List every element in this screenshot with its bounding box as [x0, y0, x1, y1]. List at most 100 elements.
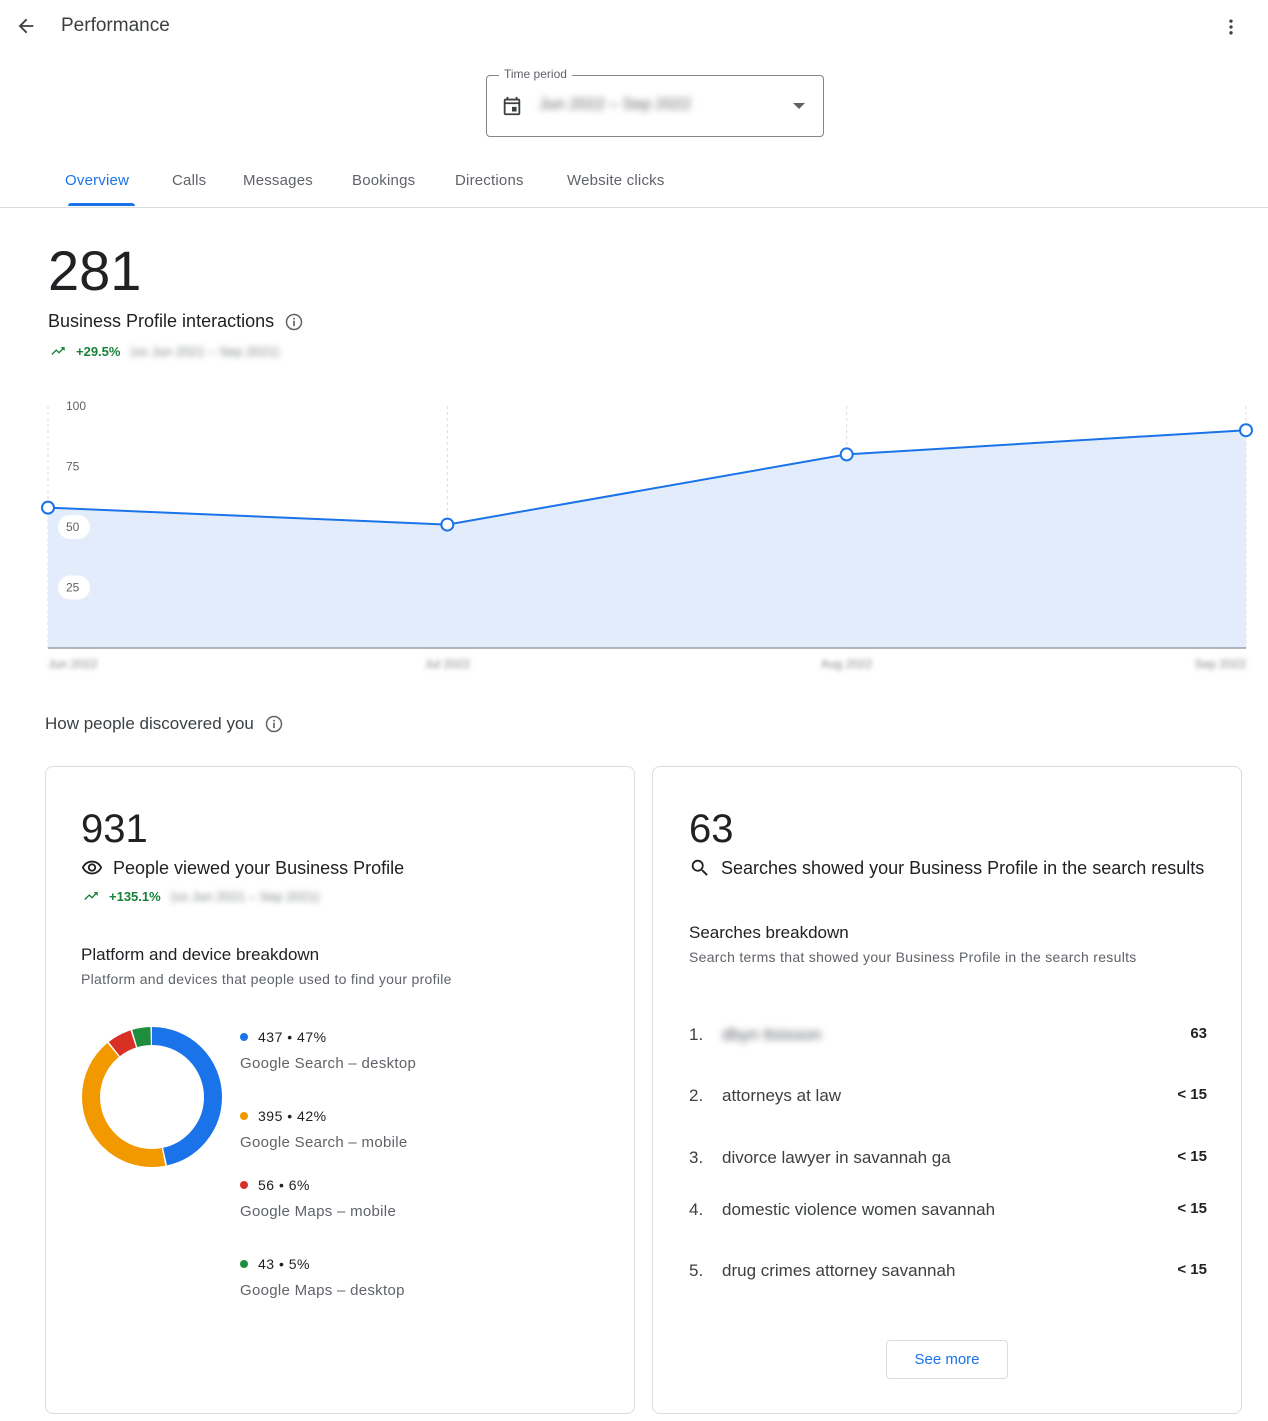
views-trend: +135.1% (vs Jun 2021 – Sep 2021) — [81, 888, 320, 904]
info-icon[interactable] — [264, 714, 284, 734]
legend-item-maps-desktop: 43 • 5% Google Maps – desktop — [240, 1256, 405, 1299]
searches-total: 63 — [689, 807, 734, 851]
time-period-label: Time period — [499, 67, 572, 81]
search-term: domestic violence women savannah — [722, 1200, 996, 1219]
calendar-icon — [503, 96, 521, 116]
chart-data-point — [440, 517, 455, 532]
search-rank: 1. — [689, 1025, 704, 1044]
search-count: < 15 — [1177, 1200, 1207, 1217]
arrow-back-icon — [18, 18, 34, 34]
searches-card: 63 Searches showed your Business Profile… — [652, 766, 1242, 1414]
chart-x-tick-label: Jul 2022 — [425, 657, 471, 671]
search-count: < 15 — [1177, 1148, 1207, 1165]
search-term: drug crimes attorney savannah — [722, 1261, 956, 1280]
interactions-comparison: (vs Jun 2021 – Sep 2021) — [130, 343, 280, 359]
chart-data-point — [41, 500, 55, 515]
legend-dot — [240, 1181, 248, 1189]
views-label: People viewed your Business Profile — [113, 857, 405, 878]
tab-bar: Overview Calls Messages Bookings Directi… — [0, 156, 1268, 208]
interactions-trend: +29.5% (vs Jun 2021 – Sep 2021) — [48, 343, 279, 359]
searches-breakdown-title: Searches breakdown — [689, 923, 849, 942]
search-rank: 5. — [689, 1261, 704, 1280]
views-label-row: People viewed your Business Profile — [81, 857, 404, 879]
views-total: 931 — [81, 807, 148, 851]
more-vert-icon — [1229, 19, 1233, 35]
tab-messages[interactable]: Messages — [243, 172, 313, 189]
search-count: < 15 — [1177, 1261, 1207, 1278]
platform-breakdown-title: Platform and device breakdown — [81, 945, 320, 964]
search-rank: 4. — [689, 1200, 704, 1219]
legend-name: Google Search – desktop — [240, 1055, 417, 1072]
legend-item-maps-mobile: 56 • 6% Google Maps – mobile — [240, 1177, 396, 1220]
info-icon[interactable] — [284, 312, 304, 332]
chart-y-tick-label: 25 — [66, 581, 80, 595]
search-term-row: 4. domestic violence women savannah < 15 — [689, 1200, 1207, 1224]
tab-website-clicks[interactable]: Website clicks — [567, 172, 665, 189]
views-change: +135.1% — [109, 888, 161, 904]
platform-donut-chart — [82, 1027, 222, 1167]
search-rank: 3. — [689, 1148, 704, 1167]
chart-x-tick-label: Aug 2022 — [821, 657, 873, 671]
search-count: 63 — [1190, 1025, 1207, 1042]
chart-x-tick-label: Jun 2022 — [48, 657, 98, 671]
tab-overview[interactable]: Overview — [65, 172, 129, 189]
interactions-chart: 25 50 75 100 Jun 2022 Jul 2022 Aug 2022 Sep 202… — [41, 399, 1253, 671]
views-comparison: (vs Jun 2021 – Sep 2021) — [170, 888, 320, 904]
more-options-button[interactable] — [1216, 12, 1246, 42]
search-rank: 2. — [689, 1086, 704, 1105]
app-header: Performance — [0, 0, 1268, 54]
search-term: dbyn ttsisson — [722, 1025, 822, 1044]
legend-dot — [240, 1112, 248, 1120]
legend-dot — [240, 1260, 248, 1268]
platform-breakdown-desc: Platform and devices that people used to… — [81, 971, 452, 987]
search-icon — [691, 859, 708, 876]
time-period-select[interactable]: Time period Jun 2022 – Sep 2022 — [486, 67, 824, 137]
legend-name: Google Maps – desktop — [240, 1282, 405, 1299]
chart-y-tick-label: 75 — [66, 460, 80, 474]
legend-item-search-desktop: 437 • 47% Google Search – desktop — [240, 1029, 416, 1072]
trending-up-icon — [84, 892, 98, 900]
discovery-title: How people discovered you — [45, 714, 254, 733]
chart-data-point — [1239, 423, 1253, 438]
interactions-total: 281 — [48, 239, 142, 302]
searches-label-row: Searches showed your Business Profile in… — [689, 857, 1204, 879]
legend-value: 395 • 42% — [258, 1108, 327, 1124]
interactions-label-row: Business Profile interactions — [48, 311, 304, 332]
legend-value: 43 • 5% — [258, 1256, 310, 1272]
tab-calls[interactable]: Calls — [172, 172, 206, 189]
search-count: < 15 — [1177, 1086, 1207, 1103]
tab-bookings[interactable]: Bookings — [352, 172, 415, 189]
tab-directions[interactable]: Directions — [455, 172, 524, 189]
page-title: Performance — [61, 15, 170, 36]
active-tab-indicator — [68, 203, 135, 206]
search-term-row: 3. divorce lawyer in savannah ga < 15 — [689, 1148, 1207, 1172]
trending-up-icon — [51, 347, 65, 355]
time-period-value: Jun 2022 – Sep 2022 — [539, 96, 692, 113]
discovery-section-title: How people discovered you — [45, 714, 284, 734]
chart-y-tick-label: 50 — [66, 520, 80, 534]
profile-views-card: 931 People viewed your Business Profile … — [45, 766, 635, 1414]
interactions-change: +29.5% — [76, 343, 121, 359]
legend-item-search-mobile: 395 • 42% Google Search – mobile — [240, 1108, 408, 1151]
chart-area-fill — [48, 430, 1246, 648]
chart-y-tick-label: 100 — [66, 399, 86, 413]
search-term-row: 1. dbyn ttsisson 63 — [689, 1025, 1207, 1049]
legend-name: Google Search – mobile — [240, 1134, 408, 1151]
eye-icon — [81, 860, 103, 875]
searches-label: Searches showed your Business Profile in… — [721, 857, 1205, 878]
chart-x-tick-label: Sep 2022 — [1195, 657, 1247, 671]
dropdown-arrow-icon — [793, 103, 805, 109]
legend-dot — [240, 1033, 248, 1041]
back-button[interactable] — [10, 10, 42, 42]
search-term: attorneys at law — [722, 1086, 842, 1105]
interactions-label: Business Profile interactions — [48, 311, 275, 331]
search-term: divorce lawyer in savannah ga — [722, 1148, 951, 1167]
search-term-row: 5. drug crimes attorney savannah < 15 — [689, 1261, 1207, 1285]
legend-value: 56 • 6% — [258, 1177, 310, 1193]
search-term-row: 2. attorneys at law < 15 — [689, 1086, 1207, 1110]
chart-data-point — [839, 447, 854, 462]
see-more-button[interactable]: See more — [886, 1340, 1008, 1379]
legend-value: 437 • 47% — [258, 1029, 327, 1045]
searches-breakdown-desc: Search terms that showed your Business P… — [689, 949, 1137, 965]
legend-name: Google Maps – mobile — [240, 1203, 397, 1220]
